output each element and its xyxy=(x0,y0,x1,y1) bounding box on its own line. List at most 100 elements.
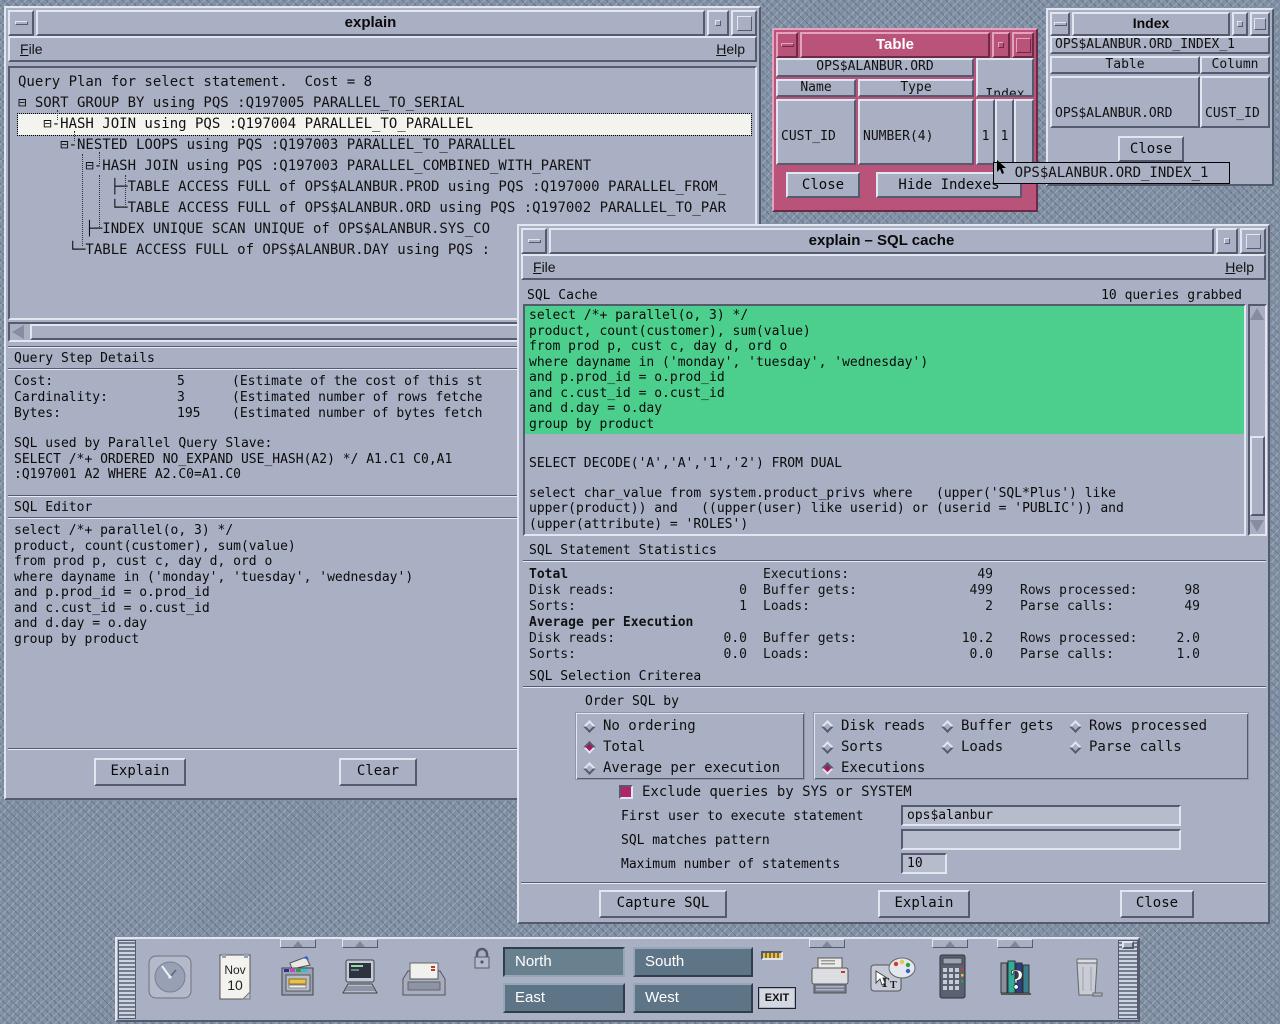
workspace-south[interactable]: South xyxy=(633,947,753,977)
menu-file[interactable]: File xyxy=(533,259,556,275)
close-button[interactable]: Close xyxy=(1120,890,1194,918)
scroll-down-arrow-icon[interactable] xyxy=(1250,520,1264,532)
radio-rows-processed[interactable]: Rows processed xyxy=(1071,718,1207,734)
calendar-icon[interactable]: Nov10 xyxy=(213,952,257,1002)
sql-cache-entry[interactable]: select char_value from system.product_pr… xyxy=(525,486,1244,533)
menu-file[interactable]: File xyxy=(20,41,43,57)
plan-node-selected[interactable]: ⊟-HASH JOIN using PQS :Q197004 PARALLEL_… xyxy=(18,114,751,135)
capture-sql-button[interactable]: Capture SQL xyxy=(599,890,727,918)
plan-node[interactable]: ⊟-HASH JOIN using PQS :Q197003 PARALLEL_… xyxy=(18,156,751,177)
radio-executions[interactable]: Executions xyxy=(823,760,925,776)
lock-icon[interactable] xyxy=(472,947,492,975)
subpanel-tab[interactable] xyxy=(997,939,1033,948)
subpanel-tab[interactable] xyxy=(280,939,316,948)
sql-editor-text[interactable]: select /*+ parallel(o, 3) */ product, co… xyxy=(14,523,413,647)
window-menu-button[interactable] xyxy=(8,10,34,36)
radio-parse-calls[interactable]: Parse calls xyxy=(1071,739,1182,755)
minimize-button[interactable] xyxy=(992,32,1010,58)
explain-button[interactable]: Explain xyxy=(94,758,186,786)
cache-vscrollbar[interactable] xyxy=(1248,304,1267,536)
plan-node[interactable]: ⊟ SORT GROUP BY using PQS :Q197005 PARAL… xyxy=(18,93,751,114)
exclude-sys-checkbox[interactable]: Exclude queries by SYS or SYSTEM xyxy=(619,784,912,800)
maximize-button[interactable] xyxy=(1012,32,1034,58)
sql-cache-list[interactable]: select /*+ parallel(o, 3) */ product, co… xyxy=(523,304,1246,536)
maximize-button[interactable] xyxy=(1250,12,1270,36)
window-menu-icon xyxy=(781,43,794,47)
mail-icon[interactable] xyxy=(398,955,442,999)
sql-cache-selected-entry[interactable]: select /*+ parallel(o, 3) */ product, co… xyxy=(525,306,1244,434)
explain-titlebar[interactable]: explain xyxy=(8,10,757,36)
sql-statement-statistics: SQL Statement Statistics Total Execution… xyxy=(523,542,1266,666)
stats-row: Sorts:0.0 xyxy=(529,647,747,663)
maximize-button[interactable] xyxy=(731,10,757,36)
stats-row: Sorts:1 xyxy=(529,599,747,615)
radio-buffer-gets[interactable]: Buffer gets xyxy=(943,718,1054,734)
plan-node[interactable]: ⊟-NESTED LOOPS using PQS :Q197003 PARALL… xyxy=(18,135,751,156)
radio-average-per-execution[interactable]: Average per execution xyxy=(585,760,780,776)
maximize-button[interactable] xyxy=(1240,228,1266,254)
window-menu-button[interactable] xyxy=(1050,12,1070,36)
workspace-north[interactable]: North xyxy=(503,947,625,977)
printer-icon[interactable] xyxy=(805,955,849,999)
stat-value: 1 xyxy=(739,599,747,615)
calculator-icon[interactable] xyxy=(930,953,974,1001)
first-user-input[interactable] xyxy=(901,805,1181,826)
explain-button[interactable]: Explain xyxy=(878,890,970,918)
max-statements-input[interactable] xyxy=(901,853,947,874)
panel-right-handle[interactable] xyxy=(1118,940,1138,1019)
clock-icon[interactable] xyxy=(148,955,192,999)
sql-pattern-label: SQL matches pattern xyxy=(621,833,770,849)
close-button[interactable]: Close xyxy=(1118,136,1184,162)
sql-pattern-input[interactable] xyxy=(901,829,1181,850)
tree-connector xyxy=(82,154,83,246)
scroll-left-arrow-icon[interactable] xyxy=(12,325,24,339)
qsd-slave-line: :Q197001 A2 WHERE A2.C0=A1.C0 xyxy=(14,467,241,483)
workspace-east[interactable]: East xyxy=(503,983,625,1013)
workspace-west[interactable]: West xyxy=(633,983,753,1013)
panel-minimize-button[interactable] xyxy=(1122,941,1134,949)
help-icon[interactable]: ? xyxy=(995,955,1039,999)
qsd-slave-line: SELECT /*+ ORDERED NO_EXPAND USE_HASH(A2… xyxy=(14,452,452,468)
subpanel-tab[interactable] xyxy=(809,939,845,948)
window-menu-button[interactable] xyxy=(776,32,798,58)
sql-cache-titlebar[interactable]: explain – SQL cache xyxy=(521,228,1266,254)
minimize-button[interactable] xyxy=(1232,12,1248,36)
minimize-button[interactable] xyxy=(1216,228,1238,254)
scroll-up-arrow-icon[interactable] xyxy=(1250,308,1264,320)
window-menu-button[interactable] xyxy=(521,228,547,254)
sql-line: (upper(attribute) = 'ROLES') xyxy=(529,517,1244,533)
radio-label: No ordering xyxy=(603,718,696,734)
radio-total[interactable]: Total xyxy=(585,739,645,755)
table-titlebar[interactable]: Table xyxy=(776,32,1034,58)
separator xyxy=(523,560,1266,562)
close-button[interactable]: Close xyxy=(786,172,860,198)
explain-menubar: File Help xyxy=(8,36,757,62)
radio-sorts[interactable]: Sorts xyxy=(823,739,883,755)
style-manager-icon[interactable]: TT xyxy=(868,955,912,999)
minimize-button[interactable] xyxy=(707,10,729,36)
tree-connector xyxy=(99,152,100,164)
radio-loads[interactable]: Loads xyxy=(943,739,1003,755)
menu-help[interactable]: Help xyxy=(716,41,745,57)
exit-button[interactable]: EXIT xyxy=(758,987,796,1009)
radio-no-ordering[interactable]: No ordering xyxy=(585,718,696,734)
index-titlebar[interactable]: Index xyxy=(1050,12,1270,36)
subpanel-tab[interactable] xyxy=(342,939,378,948)
sql-cache-entry[interactable]: SELECT DECODE('A','A','1','2') FROM DUAL xyxy=(525,456,1244,472)
plan-node[interactable]: └─TABLE ACCESS FULL of OPS$ALANBUR.ORD u… xyxy=(18,198,751,219)
panel-left-handle[interactable] xyxy=(118,940,136,1019)
radio-disk-reads[interactable]: Disk reads xyxy=(823,718,925,734)
sql-line: and d.day = o.day xyxy=(14,616,413,632)
order-sql-by-label: Order SQL by xyxy=(585,694,679,710)
file-manager-icon[interactable] xyxy=(276,955,320,999)
trash-icon[interactable] xyxy=(1065,955,1109,999)
table-col-types: NUMBER(4) NUMBER(4) DATE NUMBER(10,2) xyxy=(858,99,974,165)
subpanel-tab[interactable] xyxy=(932,939,968,948)
menu-help[interactable]: Help xyxy=(1225,259,1254,275)
terminal-icon[interactable] xyxy=(338,955,382,999)
column-header-type: Type xyxy=(858,79,974,97)
clear-button[interactable]: Clear xyxy=(339,758,417,786)
plan-node[interactable]: ├─TABLE ACCESS FULL of OPS$ALANBUR.PROD … xyxy=(18,177,751,198)
cache-vscroll-thumb[interactable] xyxy=(1250,436,1265,516)
window-sql-cache: explain – SQL cache File Help SQL Cache … xyxy=(517,224,1270,924)
